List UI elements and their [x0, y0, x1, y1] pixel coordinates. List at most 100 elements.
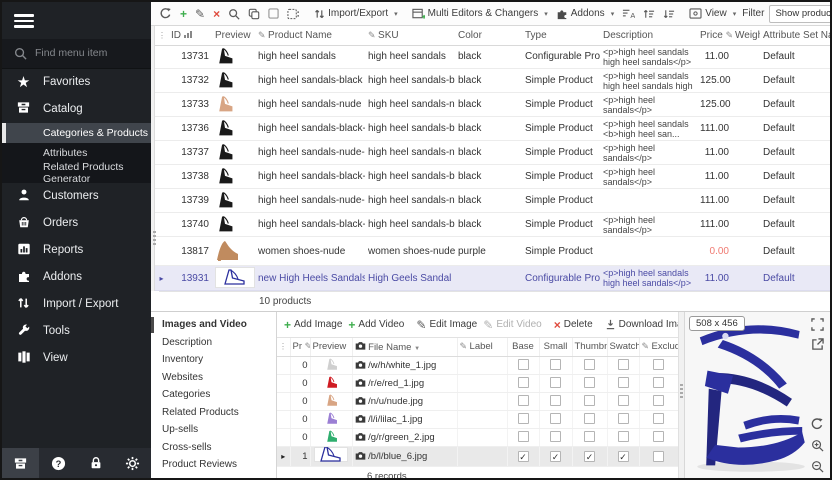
sidebar-item-categories-products[interactable]: Categories & Products	[2, 123, 151, 143]
sidebar-item-orders[interactable]: Orders	[2, 210, 151, 237]
copy-button[interactable]	[244, 4, 264, 24]
checkbox[interactable]	[618, 359, 629, 370]
sidebar-item-tools[interactable]: Tools	[2, 318, 151, 345]
checkbox[interactable]	[550, 413, 561, 424]
image-row[interactable]: 0 /g/r/green_2.jpg	[277, 428, 678, 446]
checkbox[interactable]	[550, 395, 561, 406]
fit-screen-icon[interactable]	[809, 316, 825, 332]
column-header-exclude[interactable]: ✎ Exclude	[639, 338, 678, 356]
search-button[interactable]	[224, 4, 244, 24]
checkbox[interactable]	[618, 413, 629, 424]
column-header-product-name[interactable]: ✎ Product Name	[255, 26, 365, 45]
help-icon[interactable]: ?	[40, 448, 77, 478]
column-header-swatch[interactable]: Swatch	[607, 338, 639, 356]
column-header-id[interactable]: ID	[168, 26, 212, 45]
checkbox[interactable]	[518, 359, 529, 370]
table-row[interactable]: 13739high heel sandals-nude-37high heel …	[155, 189, 830, 213]
tab-description[interactable]: Description	[151, 334, 276, 352]
collapse-sort-button[interactable]	[659, 4, 679, 24]
multi-editors-button[interactable]: Multi Editors & Changers	[408, 4, 552, 24]
column-header-sku[interactable]: ✎ SKU	[365, 26, 455, 45]
gear-icon[interactable]	[114, 448, 151, 478]
column-header-label[interactable]: ✎ Label	[457, 338, 507, 356]
delete-button[interactable]: × Delete	[551, 315, 596, 335]
checkbox[interactable]	[518, 413, 529, 424]
addons-button[interactable]: Addons	[552, 4, 618, 24]
expand-sort-button[interactable]	[639, 4, 659, 24]
checkbox[interactable]	[653, 413, 664, 424]
table-row[interactable]: 13731high heel sandalshigh heel sandalsb…	[155, 45, 830, 69]
table-row[interactable]: 13740high heel sandals-black-38high heel…	[155, 213, 830, 237]
lock-icon[interactable]	[77, 448, 114, 478]
sidebar-item-catalog[interactable]: Catalog	[2, 96, 151, 123]
refresh-button[interactable]	[155, 4, 176, 24]
sidebar-item-favorites[interactable]: ★Favorites	[2, 69, 151, 96]
checkbox[interactable]	[653, 431, 664, 442]
select-button[interactable]	[264, 4, 283, 24]
tab-cross-sells[interactable]: Cross-sells	[151, 439, 276, 457]
checkbox[interactable]	[653, 359, 664, 370]
preview-splitter[interactable]	[678, 312, 685, 478]
image-row[interactable]: 0 /n/u/nude.jpg	[277, 392, 678, 410]
view-button[interactable]: View	[685, 4, 740, 24]
delete-button[interactable]: ×	[209, 4, 224, 24]
image-row[interactable]: ▸1 /b/l/blue_6.jpg✓✓✓✓	[277, 446, 678, 467]
edit-button[interactable]: ✎	[191, 4, 209, 24]
sidebar-item-addons[interactable]: Addons	[2, 264, 151, 291]
image-row[interactable]: 0 /r/e/red_1.jpg	[277, 374, 678, 392]
sidebar-item-customers[interactable]: Customers	[2, 183, 151, 210]
checkbox[interactable]	[653, 395, 664, 406]
column-header-row-marker[interactable]: ⋮	[277, 338, 290, 356]
checkbox[interactable]	[618, 395, 629, 406]
tab-categories[interactable]: Categories	[151, 386, 276, 404]
column-header-description[interactable]: Description	[600, 26, 697, 45]
checkbox[interactable]	[584, 359, 595, 370]
column-header-small[interactable]: Small	[539, 338, 572, 356]
column-header-preview[interactable]: Preview	[212, 26, 255, 45]
column-header-color[interactable]: Color	[455, 26, 522, 45]
menu-toggle-button[interactable]	[2, 2, 151, 39]
column-header-preview[interactable]: Preview	[310, 338, 352, 356]
add-button[interactable]: +	[176, 4, 191, 24]
table-row[interactable]: 13737high heel sandals-nude-36high heel …	[155, 141, 830, 165]
tab-inventory[interactable]: Inventory	[151, 351, 276, 369]
checkbox[interactable]	[518, 395, 529, 406]
checkbox[interactable]	[584, 431, 595, 442]
sidebar-search[interactable]: Find menu item	[2, 39, 151, 69]
tab-images-and-video[interactable]: Images and Video	[151, 316, 276, 334]
column-header-row-marker[interactable]: ⋮	[155, 26, 168, 45]
table-row[interactable]: 13732high heel sandals-blackhigh heel sa…	[155, 69, 830, 93]
checkbox[interactable]	[618, 377, 629, 388]
edit-image-button[interactable]: ✎ Edit Image	[413, 315, 480, 335]
table-row[interactable]: ▸13931new High Heels SandalsHigh Geels S…	[155, 266, 830, 291]
zoom-out-icon[interactable]	[809, 458, 825, 474]
image-row[interactable]: 0 /l/i/lilac_1.jpg	[277, 410, 678, 428]
tab-product-reviews[interactable]: Product Reviews	[151, 456, 276, 474]
checkbox[interactable]	[584, 395, 595, 406]
checkbox[interactable]: ✓	[584, 451, 595, 462]
checkbox[interactable]: ✓	[518, 451, 529, 462]
checkbox[interactable]: ✓	[618, 451, 629, 462]
sidebar-item-reports[interactable]: Reports	[2, 237, 151, 264]
column-header-thumbna[interactable]: Thumbna	[572, 338, 607, 356]
checkbox[interactable]	[653, 377, 664, 388]
filter-select[interactable]: Show products from selected categories ▾	[769, 5, 832, 23]
add-video-button[interactable]: + Add Video	[345, 315, 407, 335]
table-row[interactable]: 13738high heel sandals-black-37high heel…	[155, 165, 830, 189]
open-external-icon[interactable]	[809, 336, 825, 352]
checkbox[interactable]	[584, 413, 595, 424]
paste-button[interactable]	[283, 4, 304, 24]
column-header-weight[interactable]: Weight	[732, 26, 760, 45]
sidebar-item-import-export[interactable]: Import / Export	[2, 291, 151, 318]
image-row[interactable]: 0 /w/h/white_1.jpg	[277, 356, 678, 374]
checkbox[interactable]	[550, 359, 561, 370]
checkbox[interactable]	[518, 431, 529, 442]
column-header-base[interactable]: Base	[507, 338, 539, 356]
checkbox[interactable]	[584, 377, 595, 388]
tab-related-products[interactable]: Related Products	[151, 404, 276, 422]
tab-websites[interactable]: Websites	[151, 369, 276, 387]
checkbox[interactable]	[550, 431, 561, 442]
tree-splitter[interactable]	[151, 26, 155, 291]
table-row[interactable]: 13736high heel sandals-black-36high heel…	[155, 117, 830, 141]
checkbox[interactable]	[618, 431, 629, 442]
